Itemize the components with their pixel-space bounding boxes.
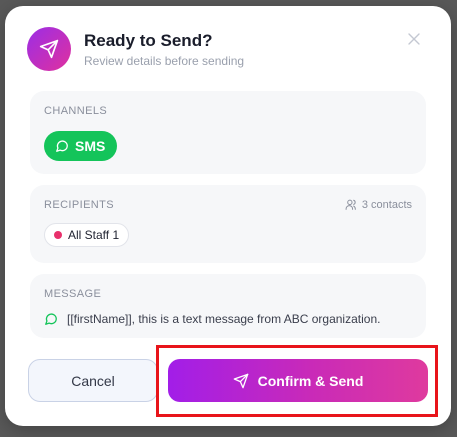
- status-dot: [54, 231, 62, 239]
- send-icon: [233, 373, 249, 389]
- message-section: MESSAGE [[firstName]], this is a text me…: [30, 274, 426, 338]
- contacts-count: 3 contacts: [345, 198, 412, 211]
- channel-chip-sms[interactable]: SMS: [44, 131, 118, 161]
- send-icon: [27, 27, 71, 71]
- close-icon[interactable]: [403, 28, 425, 50]
- recipient-chip[interactable]: All Staff 1: [44, 223, 130, 247]
- message-preview: [[firstName]], this is a text message fr…: [44, 312, 380, 326]
- message-text: [[firstName]], this is a text message fr…: [67, 312, 381, 326]
- dialog-title: Ready to Send?: [84, 31, 213, 50]
- chat-bubble-icon: [44, 312, 58, 326]
- contacts-count-text: 3 contacts: [361, 198, 412, 211]
- confirm-send-button[interactable]: Confirm & Send: [168, 359, 428, 402]
- confirm-send-dialog: Ready to Send? Review details before sen…: [5, 6, 451, 426]
- cancel-button[interactable]: Cancel: [28, 359, 158, 402]
- recipients-label: RECIPIENTS: [44, 199, 115, 211]
- users-icon: [345, 198, 358, 211]
- confirm-send-label: Confirm & Send: [257, 372, 364, 389]
- recipient-chip-label: All Staff 1: [68, 228, 120, 242]
- channels-label: CHANNELS: [44, 105, 108, 117]
- channels-section: CHANNELS SMS: [30, 91, 426, 174]
- recipients-section: RECIPIENTS 3 contacts All Staff 1: [30, 185, 426, 263]
- dialog-subtitle: Review details before sending: [84, 54, 245, 68]
- message-label: MESSAGE: [44, 288, 102, 300]
- channel-chip-label: SMS: [75, 138, 106, 154]
- chat-bubble-icon: [55, 139, 69, 153]
